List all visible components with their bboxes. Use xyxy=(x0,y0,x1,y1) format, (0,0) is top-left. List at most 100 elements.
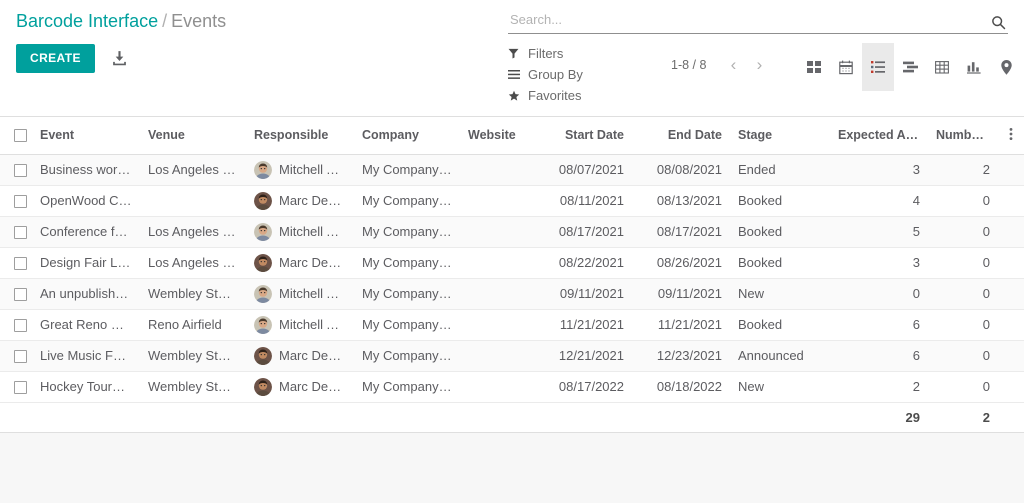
cell-start-date: 08/22/2021 xyxy=(528,247,632,279)
cell-number-of-participants: 0 xyxy=(928,340,998,372)
table-row[interactable]: Design Fair Los… Los Angeles C… Marc Demo M… xyxy=(0,247,1024,279)
control-panel-bottom-row: Filters Group By Favorites 1-8 / 8 ‹ › xyxy=(508,43,1012,106)
optional-columns-toggle[interactable] xyxy=(998,117,1024,155)
groupby-label: Group By xyxy=(528,67,583,82)
avatar xyxy=(254,284,272,303)
pager-previous-button[interactable]: ‹ xyxy=(720,56,746,73)
row-select-checkbox[interactable] xyxy=(14,195,27,209)
favorites-menu[interactable]: Favorites xyxy=(508,85,668,106)
cell-website xyxy=(460,216,528,248)
table-row[interactable]: Live Music Fest… Wembley Stadi… Marc Demo M… xyxy=(0,340,1024,372)
cell-stage: Booked xyxy=(730,309,830,341)
pager-nav: ‹ › xyxy=(720,56,772,73)
responsible-name: Mitchell A… xyxy=(279,317,346,332)
column-header-responsible[interactable]: Responsible xyxy=(246,117,354,155)
row-select-checkbox[interactable] xyxy=(14,381,27,395)
cell-event: Design Fair Los… xyxy=(32,247,140,279)
table-row[interactable]: Conference for … Los Angeles C… Mitchell A… xyxy=(0,216,1024,248)
breadcrumb-parent[interactable]: Barcode Interface xyxy=(16,11,158,31)
cell-event: An unpublished… xyxy=(32,278,140,310)
cell-end-date: 09/11/2021 xyxy=(632,278,730,310)
cell-number-of-participants: 0 xyxy=(928,309,998,341)
responsible-name: Marc Demo xyxy=(279,193,346,208)
avatar xyxy=(254,191,272,210)
search-icon[interactable] xyxy=(991,15,1006,30)
cell-options-spacer xyxy=(998,340,1024,372)
select-all-checkbox[interactable] xyxy=(14,129,27,143)
column-header-start-date[interactable]: Start Date xyxy=(528,117,632,155)
cell-end-date: 08/13/2021 xyxy=(632,185,730,217)
view-switcher-pivot[interactable] xyxy=(926,43,958,91)
cell-expected-attendees: 6 xyxy=(830,309,928,341)
favorites-label: Favorites xyxy=(528,88,582,103)
column-header-website[interactable]: Website xyxy=(460,117,528,155)
row-select-checkbox[interactable] xyxy=(14,257,27,271)
cell-responsible: Mitchell A… xyxy=(246,216,354,248)
cell-expected-attendees: 3 xyxy=(830,247,928,279)
table-header: Event Venue Responsible Company Website … xyxy=(0,117,1024,155)
responsible-name: Mitchell A… xyxy=(279,286,346,301)
pager-next-button[interactable]: › xyxy=(746,56,772,73)
view-switcher-list[interactable] xyxy=(862,43,894,91)
cell-responsible: Marc Demo xyxy=(246,340,354,372)
avatar xyxy=(254,222,272,241)
cell-stage: New xyxy=(730,371,830,403)
row-select-checkbox[interactable] xyxy=(14,164,27,178)
table-row[interactable]: Great Reno Ball… Reno Airfield Mitchell A…… xyxy=(0,309,1024,341)
filter-icon xyxy=(508,48,523,59)
view-switcher-calendar[interactable] xyxy=(830,43,862,91)
row-select-checkbox[interactable] xyxy=(14,288,27,302)
pager: 1-8 / 8 ‹ › xyxy=(671,56,772,73)
view-switcher-kanban[interactable] xyxy=(798,43,830,91)
column-header-event[interactable]: Event xyxy=(32,117,140,155)
table-row[interactable]: Hockey Tourna… Wembley Stadi… Marc Demo My … xyxy=(0,371,1024,403)
cell-expected-attendees: 3 xyxy=(830,154,928,186)
table-row[interactable]: An unpublished… Wembley Stadi… Mitchell A…… xyxy=(0,278,1024,310)
groupby-menu[interactable]: Group By xyxy=(508,64,668,85)
column-header-expected-attendees[interactable]: Expected Atten… xyxy=(830,117,928,155)
cell-end-date: 08/18/2022 xyxy=(632,371,730,403)
column-header-end-date[interactable]: End Date xyxy=(632,117,730,155)
cell-company: My Company (… xyxy=(354,278,460,310)
calendar-icon xyxy=(839,60,853,75)
search-view xyxy=(508,8,1008,34)
cell-responsible: Marc Demo xyxy=(246,185,354,217)
row-select-checkbox[interactable] xyxy=(14,350,27,364)
row-select-checkbox[interactable] xyxy=(14,226,27,240)
cell-stage: Ended xyxy=(730,154,830,186)
create-button[interactable]: CREATE xyxy=(16,44,95,73)
cell-stage: Booked xyxy=(730,216,830,248)
column-header-venue[interactable]: Venue xyxy=(140,117,246,155)
breadcrumb-separator: / xyxy=(162,11,168,31)
search-input[interactable] xyxy=(508,9,968,32)
table-row[interactable]: Business work… Los Angeles C… Mitchell A… M… xyxy=(0,154,1024,186)
cell-expected-attendees: 6 xyxy=(830,340,928,372)
column-header-company[interactable]: Company xyxy=(354,117,460,155)
view-switcher-map[interactable] xyxy=(990,43,1022,91)
cell-number-of-participants: 0 xyxy=(928,371,998,403)
pivot-icon xyxy=(935,60,949,74)
cell-options-spacer xyxy=(998,309,1024,341)
table-row[interactable]: OpenWood Coll… Marc Demo My Company (… 08/1… xyxy=(0,185,1024,217)
import-icon[interactable] xyxy=(111,50,129,68)
search-dropdown-menus: Filters Group By Favorites xyxy=(508,43,668,106)
cell-website xyxy=(460,247,528,279)
filters-menu[interactable]: Filters xyxy=(508,43,668,64)
row-select-cell xyxy=(0,340,32,372)
view-switcher-gantt[interactable] xyxy=(894,43,926,91)
cell-event: Conference for … xyxy=(32,216,140,248)
cell-venue: Reno Airfield xyxy=(140,309,246,341)
cell-options-spacer xyxy=(998,247,1024,279)
cell-end-date: 08/08/2021 xyxy=(632,154,730,186)
cell-stage: Booked xyxy=(730,185,830,217)
row-select-cell xyxy=(0,247,32,279)
column-header-stage[interactable]: Stage xyxy=(730,117,830,155)
cell-number-of-participants: 0 xyxy=(928,247,998,279)
cell-website xyxy=(460,278,528,310)
cell-company: My Company (… xyxy=(354,216,460,248)
column-header-number-of-participants[interactable]: Number of P… xyxy=(928,117,998,155)
row-select-cell xyxy=(0,278,32,310)
row-select-checkbox[interactable] xyxy=(14,319,27,333)
pager-range[interactable]: 1-8 / 8 xyxy=(671,58,706,72)
view-switcher-graph[interactable] xyxy=(958,43,990,91)
